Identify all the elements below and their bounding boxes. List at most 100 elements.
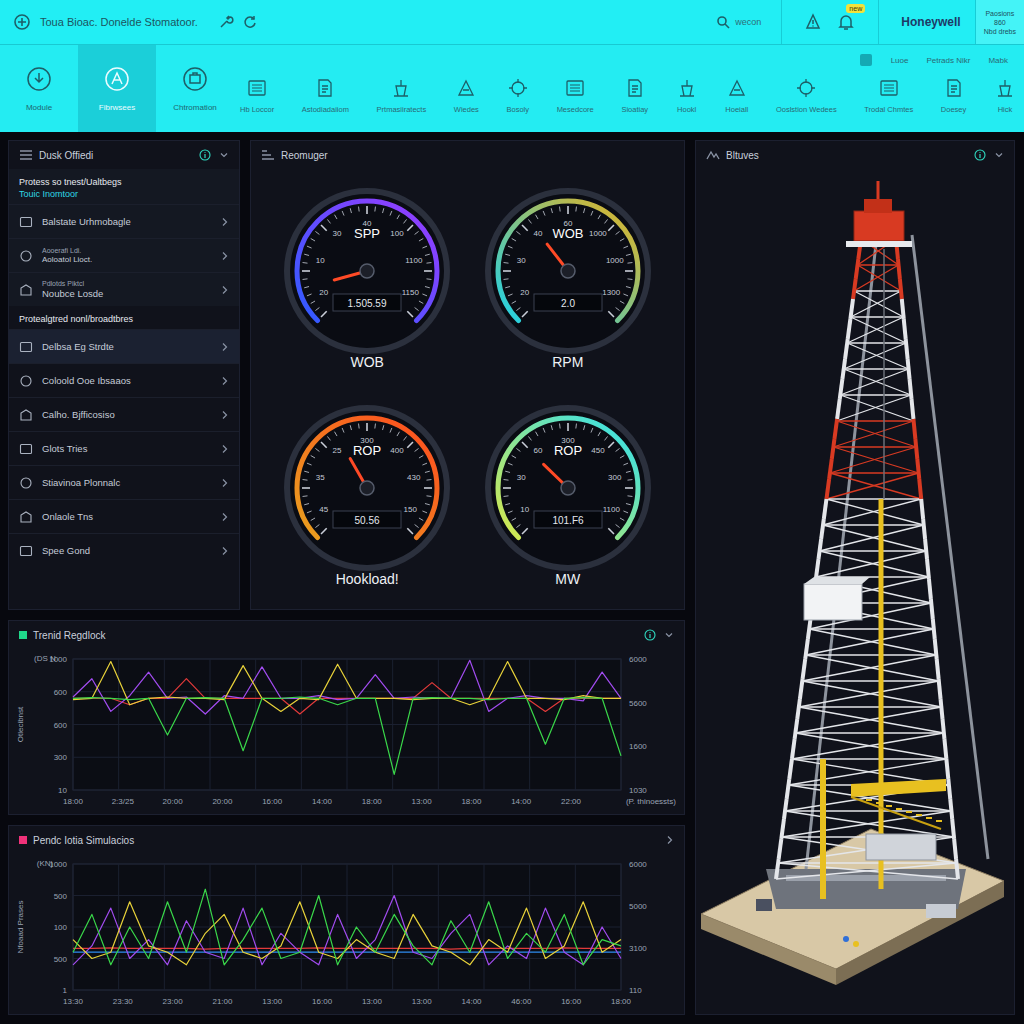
x-tick: 13:00 <box>362 997 383 1006</box>
info-icon[interactable] <box>974 149 986 161</box>
gauge-tick-label: 450 <box>591 446 605 455</box>
y2-tick: 110 <box>629 986 642 995</box>
chevron-right-icon <box>221 546 229 556</box>
item-label: Stiavinoa Plonnalc <box>42 477 212 488</box>
user-info-line: Nbd drebs <box>984 27 1016 36</box>
panel-tools <box>199 149 229 161</box>
nav-tool[interactable]: Ooslstion Wedees <box>776 77 837 114</box>
search-field[interactable]: wecon <box>696 15 781 29</box>
chevron-right-icon[interactable] <box>666 835 674 845</box>
tool-icon <box>507 77 529 99</box>
nav-module-tab[interactable]: Fibrwsees <box>78 45 156 132</box>
nav-tool[interactable]: Hick <box>994 77 1016 114</box>
nav-tool[interactable]: Prtmasiiratects <box>377 77 427 114</box>
side-item[interactable]: Glots Tries <box>9 431 239 465</box>
nav-tool[interactable]: Sioatiay <box>621 77 648 114</box>
notifications-button[interactable]: new <box>836 12 856 32</box>
tool-icon <box>624 77 646 99</box>
nav-tool[interactable]: Hb Loccor <box>240 77 274 114</box>
app-title: Toua Bioac. Donelde Stomatoor. <box>40 16 198 28</box>
side-group: Protess so tnest/UaltbegsTouic InomtoorB… <box>9 169 239 306</box>
nav-tool-label: Wiedes <box>454 105 479 114</box>
chart-series <box>73 889 621 965</box>
gauge: 20304060100010001300WOB2.0RPM <box>468 169 669 386</box>
side-item[interactable]: Spee Gond <box>9 533 239 567</box>
y2-tick: 6000 <box>629 860 647 869</box>
nav-module-tab[interactable]: Module <box>0 45 78 132</box>
gauge-name: ROP <box>353 443 381 458</box>
user-info[interactable]: Paosions860Nbd drebs <box>975 0 1024 44</box>
side-item[interactable]: Onlaole Tns <box>9 499 239 533</box>
item-label: Aoloatol Lioct. <box>42 255 212 264</box>
top-bar: Toua Bioac. Donelde Stomatoor. wecon new Ho… <box>0 0 1024 45</box>
y2-tick: 1030 <box>629 786 647 795</box>
side-item[interactable]: Pdlotds PiktclNoubce Losde <box>9 272 239 306</box>
corner-link[interactable]: Mabk <box>988 56 1008 65</box>
info-icon[interactable] <box>644 629 656 641</box>
nav-tool[interactable]: Trodal Chmtes <box>864 77 913 114</box>
nav-tool[interactable]: Astodiadaiiom <box>302 77 349 114</box>
wrench-icon[interactable] <box>218 14 234 30</box>
nav-module-tab[interactable]: Chtromation <box>156 45 234 132</box>
nav-tool[interactable]: Doesey <box>941 77 966 114</box>
nav-tool-label: Sioatiay <box>621 105 648 114</box>
item-icon <box>19 510 33 524</box>
corner-link[interactable]: Luoe <box>891 56 909 65</box>
y-tick: 300 <box>54 753 68 762</box>
nav-tool[interactable]: Hoeiall <box>725 77 748 114</box>
item-text: Pdlotds PiktclNoubce Losde <box>42 280 212 299</box>
gauge-tick-label: 10 <box>316 256 325 265</box>
gauge-tick-label: 10 <box>520 504 529 513</box>
app-logo-icon[interactable] <box>12 12 32 32</box>
brand-logo: Honeywell <box>879 15 974 29</box>
gauge-name: ROP <box>554 443 582 458</box>
gauge-tick-label: 40 <box>533 229 542 238</box>
gauge: 1030603004503001100ROP101.F6MW <box>468 386 669 603</box>
side-item[interactable]: Stiavinoa Plonnalc <box>9 465 239 499</box>
chevron-down-icon[interactable] <box>994 150 1004 160</box>
y2-tick: 6000 <box>629 655 647 664</box>
item-text: Coloold Ooe Ibsaaos <box>42 375 212 386</box>
nav-tool[interactable]: Wiedes <box>454 77 479 114</box>
y-tick: 600 <box>54 721 68 730</box>
panel-header: Reomuger <box>251 141 684 169</box>
chart-title: Trenid Regdlock <box>33 630 105 641</box>
side-item[interactable]: Coloold Ooe Ibsaaos <box>9 363 239 397</box>
chevron-right-icon <box>221 444 229 454</box>
nav-tool[interactable]: Hookl <box>676 77 698 114</box>
y-tick: 500 <box>54 892 68 901</box>
info-icon[interactable] <box>199 149 211 161</box>
x-tick: 16:00 <box>262 797 283 806</box>
user-info-line: Paosions <box>985 9 1014 18</box>
square-icon[interactable] <box>859 53 873 67</box>
side-item[interactable]: Calho. Bjfficosiso <box>9 397 239 431</box>
y2-tick: 5000 <box>629 902 647 911</box>
item-icon <box>19 340 33 354</box>
gauge-caption: MW <box>555 571 580 587</box>
side-item[interactable]: Aooerafi Ldi.Aoloatol Lioct. <box>9 238 239 272</box>
nav-tool[interactable]: Bosoly <box>506 77 529 114</box>
drilling-dashboard: Toua Bioac. Donelde Stomatoor. wecon new Ho… <box>0 0 1024 1024</box>
chevron-down-icon[interactable] <box>664 630 674 640</box>
chart-marker <box>19 631 27 639</box>
chevron-down-icon[interactable] <box>219 150 229 160</box>
gauge-tick-label: 1150 <box>402 287 420 296</box>
corner-link[interactable]: Petrads Nikr <box>926 56 970 65</box>
item-label: Coloold Ooe Ibsaaos <box>42 375 212 386</box>
panel-header: Trenid Regdlock <box>9 621 684 649</box>
gauge-name: WOB <box>552 226 583 241</box>
chart-series <box>73 679 621 714</box>
item-icon <box>19 408 33 422</box>
side-item[interactable]: Balstate Urhmobagle <box>9 204 239 238</box>
nav-module-label: Fibrwsees <box>99 103 135 112</box>
x-tick: 46:00 <box>511 997 532 1006</box>
item-icon <box>19 442 33 456</box>
y2-tick: 3100 <box>629 944 647 953</box>
side-item[interactable]: Delbsa Eg Strdte <box>9 329 239 363</box>
nav-tool[interactable]: Mesedcore <box>557 77 594 114</box>
item-text: Delbsa Eg Strdte <box>42 341 212 352</box>
x-tick: 14:00 <box>462 997 483 1006</box>
gauge-tick-label: 30 <box>517 256 526 265</box>
refresh-icon[interactable] <box>242 14 258 30</box>
alarm-icon[interactable] <box>804 13 822 31</box>
